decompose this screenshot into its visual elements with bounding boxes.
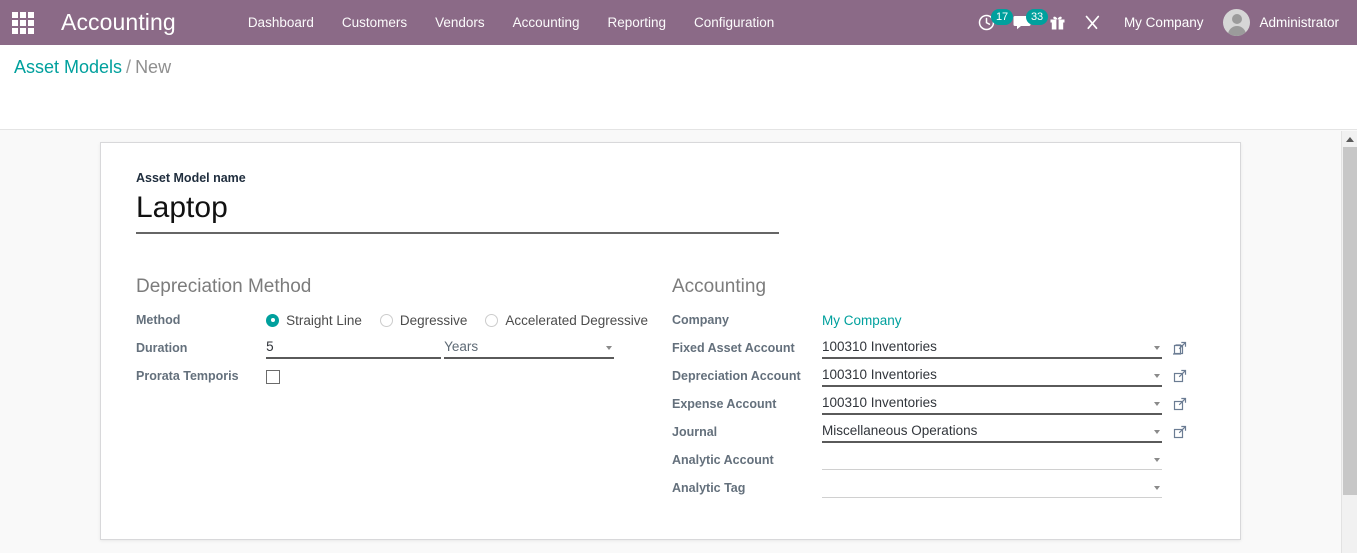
breadcrumb-asset-models[interactable]: Asset Models: [14, 57, 122, 77]
fixed-asset-account-wrap: [822, 338, 1162, 359]
accounting-group-title: Accounting: [672, 275, 1202, 299]
gift-icon: [1049, 14, 1066, 31]
company-label: Company: [672, 306, 822, 334]
analytic-account-wrap: [822, 450, 1162, 470]
duration-label: Duration: [136, 334, 266, 362]
apps-menu-button[interactable]: [0, 0, 46, 45]
radio-accelerated-degressive-label: Accelerated Degressive: [505, 313, 648, 328]
radio-mark-icon: [266, 314, 279, 327]
radio-straight-line-label: Straight Line: [286, 313, 362, 328]
journal-input[interactable]: [822, 422, 1162, 443]
analytic-tag-input[interactable]: [822, 478, 1162, 498]
form-sheet: Asset Model name Depreciation Method Met…: [100, 142, 1241, 540]
form-groups: Depreciation Method Method Straight Line: [101, 275, 1242, 525]
wrench-screwdriver-icon: [1084, 14, 1101, 31]
accounting-group: Accounting Company My Company Fixed Asse…: [672, 275, 1202, 502]
radio-degressive-label: Degressive: [400, 313, 468, 328]
prorata-temporis-label: Prorata Temporis: [136, 362, 266, 390]
duration-input[interactable]: [266, 338, 441, 359]
field-row-journal: Journal: [672, 418, 1202, 446]
user-avatar-icon: [1223, 9, 1250, 36]
depreciation-method-group: Depreciation Method Method Straight Line: [136, 275, 666, 390]
analytic-tag-label: Analytic Tag: [672, 474, 822, 502]
menu-item-configuration[interactable]: Configuration: [680, 0, 788, 45]
field-row-depreciation-account: Depreciation Account: [672, 362, 1202, 390]
breadcrumb-current: New: [135, 57, 171, 77]
field-row-method: Method Straight Line Degressi: [136, 306, 666, 334]
company-value-link[interactable]: My Company: [822, 313, 902, 328]
asset-model-name-label: Asset Model name: [136, 171, 779, 185]
scrollbar-thumb[interactable]: [1343, 147, 1357, 495]
expense-account-input[interactable]: [822, 394, 1162, 415]
form-view-background: Asset Model name Depreciation Method Met…: [0, 131, 1341, 553]
fixed-asset-account-input[interactable]: [822, 338, 1162, 359]
debug-tools-button[interactable]: [1075, 0, 1110, 45]
field-row-duration: Duration: [136, 334, 666, 362]
analytic-tag-wrap: [822, 478, 1162, 498]
expense-account-wrap: [822, 394, 1162, 415]
depreciation-account-label: Depreciation Account: [672, 362, 822, 390]
activities-button[interactable]: 17: [969, 0, 1004, 45]
vertical-scrollbar[interactable]: [1341, 131, 1357, 553]
menu-item-dashboard[interactable]: Dashboard: [234, 0, 328, 45]
breadcrumb: Asset Models/New: [14, 57, 171, 78]
chevron-up-icon: [1346, 137, 1354, 142]
analytic-account-label: Analytic Account: [672, 446, 822, 474]
menu-item-customers[interactable]: Customers: [328, 0, 421, 45]
duration-unit-select[interactable]: [444, 338, 614, 359]
navbar-right-tools: 17 33: [969, 0, 1357, 45]
field-row-prorata: Prorata Temporis: [136, 362, 666, 390]
field-row-fixed-asset-account: Fixed Asset Account: [672, 334, 1202, 362]
main-menu: Dashboard Customers Vendors Accounting R…: [234, 0, 789, 45]
expense-account-external-link-icon[interactable]: [1173, 397, 1187, 411]
app-brand-title[interactable]: Accounting: [61, 9, 176, 36]
odoo-accounting-app: Accounting Dashboard Customers Vendors A…: [0, 0, 1357, 553]
field-row-analytic-tag: Analytic Tag: [672, 474, 1202, 502]
user-name-label: Administrator: [1259, 15, 1339, 30]
menu-item-accounting[interactable]: Accounting: [499, 0, 594, 45]
scrollbar-track[interactable]: [1343, 495, 1357, 553]
expense-account-label: Expense Account: [672, 390, 822, 418]
breadcrumb-separator: /: [126, 57, 131, 77]
asset-model-name-input[interactable]: [136, 189, 779, 234]
journal-external-link-icon[interactable]: [1173, 425, 1187, 439]
depreciation-account-wrap: [822, 366, 1162, 387]
control-panel: Asset Models/New SAVE DISCARD: [0, 45, 1357, 130]
radio-straight-line[interactable]: Straight Line: [266, 313, 362, 328]
field-row-expense-account: Expense Account: [672, 390, 1202, 418]
field-row-analytic-account: Analytic Account: [672, 446, 1202, 474]
depreciation-account-external-link-icon[interactable]: [1173, 369, 1187, 383]
user-menu[interactable]: Administrator: [1217, 9, 1347, 36]
radio-mark-icon: [485, 314, 498, 327]
depreciation-group-title: Depreciation Method: [136, 275, 666, 299]
messages-button[interactable]: 33: [1004, 0, 1040, 45]
field-row-company: Company My Company: [672, 306, 1202, 334]
radio-degressive[interactable]: Degressive: [380, 313, 468, 328]
asset-model-name-block: Asset Model name: [136, 171, 779, 234]
radio-mark-icon: [380, 314, 393, 327]
fixed-asset-account-external-link-icon[interactable]: [1173, 341, 1187, 355]
apps-grid-icon: [12, 12, 34, 34]
fixed-asset-account-label: Fixed Asset Account: [672, 334, 822, 362]
menu-item-vendors[interactable]: Vendors: [421, 0, 499, 45]
gift-button[interactable]: [1040, 0, 1075, 45]
journal-label: Journal: [672, 418, 822, 446]
scroll-up-button[interactable]: [1342, 131, 1357, 147]
duration-unit-wrap: [444, 338, 614, 359]
analytic-account-input[interactable]: [822, 450, 1162, 470]
company-switcher[interactable]: My Company: [1110, 15, 1218, 30]
radio-accelerated-degressive[interactable]: Accelerated Degressive: [485, 313, 648, 328]
method-radio-group: Straight Line Degressive Accelerated Deg…: [266, 313, 666, 328]
menu-item-reporting[interactable]: Reporting: [593, 0, 680, 45]
journal-wrap: [822, 422, 1162, 443]
depreciation-account-input[interactable]: [822, 366, 1162, 387]
prorata-temporis-checkbox[interactable]: [266, 370, 280, 384]
top-navbar: Accounting Dashboard Customers Vendors A…: [0, 0, 1357, 45]
method-label: Method: [136, 306, 266, 334]
